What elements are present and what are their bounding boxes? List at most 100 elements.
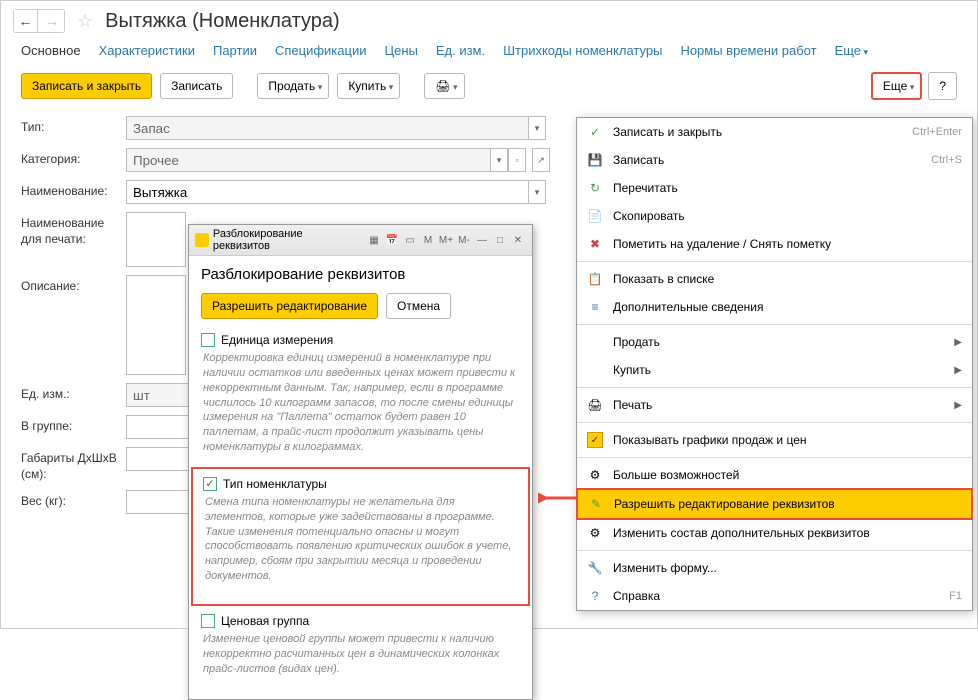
- save-button[interactable]: Записать: [160, 73, 233, 99]
- type-input[interactable]: [126, 116, 528, 140]
- description-input[interactable]: [126, 275, 186, 375]
- help-button[interactable]: ?: [928, 72, 957, 100]
- tab-characteristics[interactable]: Характеристики: [99, 43, 195, 58]
- menu-item[interactable]: 🔧Изменить форму...: [577, 554, 972, 582]
- dialog-section-price-group: Ценовая группа Изменение ценовой группы …: [201, 614, 520, 677]
- buy-button[interactable]: Купить: [337, 73, 400, 99]
- unit-checkbox[interactable]: [201, 333, 215, 347]
- menu-item[interactable]: ⚙Больше возможностей: [577, 461, 972, 489]
- unit-label: Ед. изм.:: [21, 383, 126, 401]
- tab-specs[interactable]: Спецификации: [275, 43, 367, 58]
- menu-item-label: Разрешить редактирование реквизитов: [614, 497, 961, 511]
- menu-item-label: Показывать графики продаж и цен: [613, 433, 962, 447]
- type-desc: Смена типа номенклатуры не желательна дл…: [203, 495, 518, 584]
- type-dropdown-icon[interactable]: ▾: [528, 116, 546, 140]
- dialog-tool-calc-icon[interactable]: ▭: [402, 232, 418, 248]
- dialog-heading: Разблокирование реквизитов: [201, 266, 520, 283]
- favorite-star-icon[interactable]: ☆: [77, 11, 93, 32]
- toolbar: Записать и закрыть Записать Продать Купи…: [1, 68, 977, 112]
- name-input[interactable]: [126, 180, 528, 204]
- menu-item[interactable]: ✎ Разрешить редактирование реквизитов: [576, 488, 973, 520]
- menu-item[interactable]: 📋Показать в списке: [577, 265, 972, 293]
- close-icon[interactable]: ✕: [510, 232, 526, 248]
- menu-separator: [577, 324, 972, 325]
- tab-prices[interactable]: Цены: [384, 43, 417, 58]
- menu-item-label: Дополнительные сведения: [613, 300, 962, 314]
- price-group-checkbox[interactable]: [201, 614, 215, 628]
- sell-button[interactable]: Продать: [257, 73, 329, 99]
- menu-item[interactable]: ✓Записать и закрытьCtrl+Enter: [577, 118, 972, 146]
- menu-item-icon: 🖨: [587, 397, 603, 413]
- tab-barcodes[interactable]: Штрихкоды номенклатуры: [503, 43, 662, 58]
- more-menu: ✓Записать и закрытьCtrl+Enter💾ЗаписатьCt…: [576, 117, 973, 611]
- submenu-arrow-icon: ▶: [954, 365, 962, 376]
- menu-item[interactable]: 💾ЗаписатьCtrl+S: [577, 146, 972, 174]
- menu-item[interactable]: ✓ Показывать графики продаж и цен: [577, 426, 972, 454]
- menu-separator: [577, 261, 972, 262]
- price-group-checkbox-label: Ценовая группа: [221, 614, 309, 628]
- menu-item-icon: ✖: [587, 236, 603, 252]
- menu-item-icon: 💾: [587, 152, 603, 168]
- print-button[interactable]: 🖨: [424, 73, 464, 99]
- dialog-tool-mminus-icon[interactable]: M-: [456, 232, 472, 248]
- save-and-close-button[interactable]: Записать и закрыть: [21, 73, 152, 99]
- menu-item-icon: ✓: [587, 432, 603, 448]
- forward-button[interactable]: →: [40, 10, 64, 32]
- tab-main[interactable]: Основное: [21, 43, 81, 58]
- menu-item-label: Скопировать: [613, 209, 962, 223]
- dialog-section-unit: Единица измерения Корректировка единиц и…: [201, 333, 520, 455]
- menu-item-label: Печать: [613, 398, 944, 412]
- dialog-tool-cal-icon[interactable]: 📅: [384, 232, 400, 248]
- menu-item-icon: ?: [587, 588, 603, 604]
- allow-edit-button[interactable]: Разрешить редактирование: [201, 293, 378, 319]
- menu-item-label: Записать: [613, 153, 921, 167]
- menu-item[interactable]: ⚙Изменить состав дополнительных реквизит…: [577, 519, 972, 547]
- menu-item[interactable]: Купить▶: [577, 356, 972, 384]
- price-group-desc: Изменение ценовой группы может привести …: [201, 632, 520, 677]
- menu-item[interactable]: 📄Скопировать: [577, 202, 972, 230]
- tab-norms[interactable]: Нормы времени работ: [680, 43, 816, 58]
- tab-parts[interactable]: Партии: [213, 43, 257, 58]
- tab-bar: Основное Характеристики Партии Специфика…: [1, 37, 977, 68]
- menu-item-icon: ✎: [588, 496, 604, 512]
- category-dropdown-icon[interactable]: ▾: [490, 148, 508, 172]
- dims-label: Габариты ДхШхВ (см):: [21, 447, 126, 482]
- menu-item[interactable]: ?СправкаF1: [577, 582, 972, 610]
- menu-item[interactable]: 🖨Печать▶: [577, 391, 972, 419]
- maximize-icon[interactable]: □: [492, 232, 508, 248]
- nav-buttons: ← →: [13, 9, 65, 33]
- menu-item[interactable]: ↻ Перечитать: [577, 174, 972, 202]
- dialog-tool-grid-icon[interactable]: ▦: [366, 232, 382, 248]
- back-button[interactable]: ←: [14, 10, 38, 32]
- name-dropdown-icon[interactable]: ▾: [528, 180, 546, 204]
- category-extra-icon[interactable]: ↗: [532, 148, 550, 172]
- minimize-icon[interactable]: —: [474, 232, 490, 248]
- printer-icon: 🖨: [435, 79, 450, 93]
- menu-item[interactable]: ≡Дополнительные сведения: [577, 293, 972, 321]
- tab-units[interactable]: Ед. изм.: [436, 43, 485, 58]
- more-button[interactable]: Еще: [871, 72, 922, 100]
- dialog-tool-m-icon[interactable]: M: [420, 232, 436, 248]
- type-checkbox[interactable]: [203, 477, 217, 491]
- menu-item-label: Перечитать: [613, 181, 962, 195]
- menu-item[interactable]: Продать▶: [577, 328, 972, 356]
- print-name-input[interactable]: [126, 212, 186, 267]
- menu-item-icon: ↻: [587, 180, 603, 196]
- page-title: Вытяжка (Номенклатура): [105, 10, 340, 33]
- description-label: Описание:: [21, 275, 126, 293]
- category-input[interactable]: [126, 148, 490, 172]
- unit-desc: Корректировка единиц измерений в номенкл…: [201, 351, 520, 455]
- menu-item[interactable]: ✖ Пометить на удаление / Снять пометку: [577, 230, 972, 258]
- category-open-icon[interactable]: ▫: [508, 148, 526, 172]
- menu-item-label: Пометить на удаление / Снять пометку: [613, 237, 962, 251]
- menu-item-icon: ⚙: [587, 467, 603, 483]
- dialog-tool-mplus-icon[interactable]: M+: [438, 232, 454, 248]
- menu-item-icon: ✓: [587, 124, 603, 140]
- menu-separator: [577, 422, 972, 423]
- menu-item-icon: [587, 334, 603, 350]
- header: ← → ☆ Вытяжка (Номенклатура): [1, 1, 977, 37]
- cancel-button[interactable]: Отмена: [386, 293, 451, 319]
- tab-more[interactable]: Еще: [835, 43, 868, 58]
- menu-item-shortcut: F1: [949, 590, 962, 602]
- dialog-titlebar[interactable]: Разблокирование реквизитов ▦ 📅 ▭ M M+ M-…: [189, 225, 532, 256]
